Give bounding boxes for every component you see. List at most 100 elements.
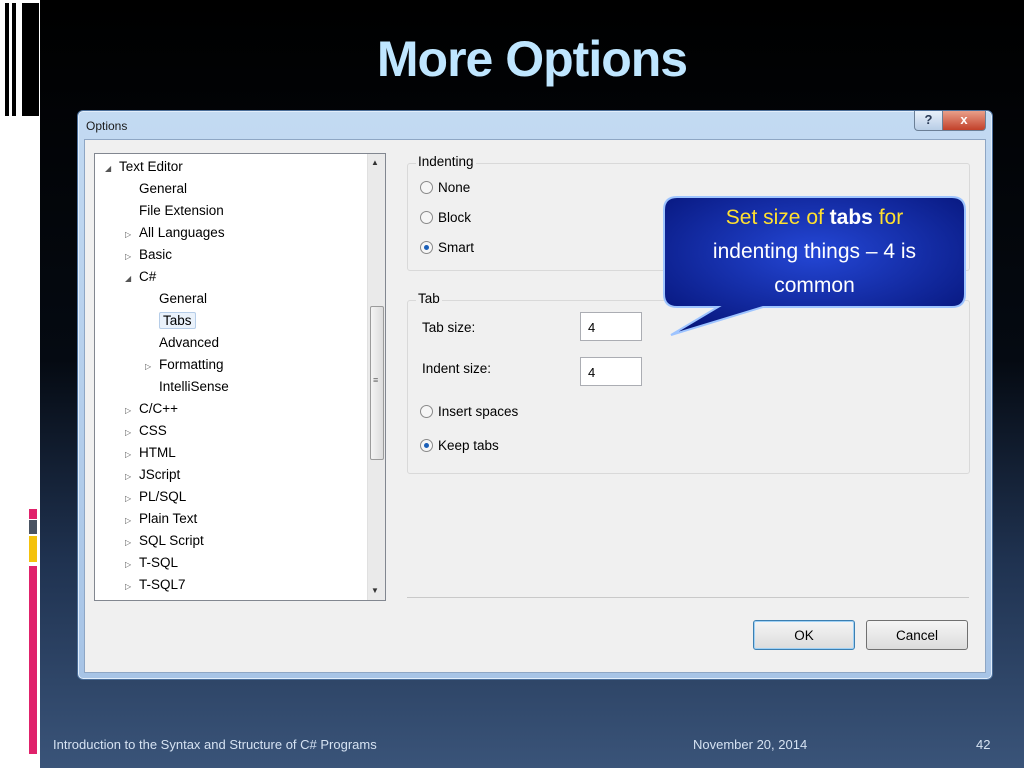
- callout-prefix: Set size of: [725, 206, 830, 229]
- tree-item-label: Tabs: [159, 312, 196, 329]
- tree-item[interactable]: ▷ HTML: [125, 443, 176, 463]
- tree-item[interactable]: ▷ Plain Text: [125, 509, 197, 529]
- radio-label: Insert spaces: [438, 404, 519, 419]
- tree-item-label: Formatting: [159, 357, 224, 372]
- tree-item[interactable]: General: [125, 179, 187, 199]
- tree-item[interactable]: ▷ SQL Script: [125, 531, 204, 551]
- radio-label: Smart: [438, 240, 475, 255]
- radio-selected-icon: [420, 439, 433, 452]
- tree-item-label: General: [139, 181, 188, 196]
- tree-item-label: Text Editor: [119, 159, 183, 174]
- slide-title: More Options: [376, 31, 688, 87]
- collapsed-triangle-icon[interactable]: ▷: [125, 533, 139, 553]
- footer-left: Introduction to the Syntax and Structure…: [53, 737, 377, 752]
- indenting-title: Indenting: [416, 154, 476, 169]
- tree-item[interactable]: IntelliSense: [145, 377, 229, 397]
- tree-item-label: C/C++: [139, 401, 179, 416]
- collapsed-triangle-icon[interactable]: ▷: [125, 247, 139, 267]
- tab-size-label: Tab size:: [422, 320, 476, 335]
- tree-item[interactable]: Advanced: [145, 333, 219, 353]
- dialog-title: Options: [86, 119, 128, 133]
- tree-item[interactable]: ▷ T-SQL: [125, 553, 178, 573]
- scroll-up-icon[interactable]: ▲: [371, 158, 379, 167]
- radio-icon: [420, 211, 433, 224]
- help-button[interactable]: ?: [914, 111, 943, 131]
- tree-item-label: T-SQL: [139, 555, 179, 570]
- radio-selected-icon: [420, 241, 433, 254]
- collapsed-triangle-icon[interactable]: ▷: [125, 467, 139, 487]
- tree-item[interactable]: File Extension: [125, 201, 224, 221]
- ok-button[interactable]: OK: [753, 620, 855, 650]
- tree-item-label: JScript: [139, 467, 181, 482]
- tree-item[interactable]: ▷ All Languages: [125, 223, 225, 243]
- collapsed-triangle-icon[interactable]: ▷: [125, 555, 139, 575]
- grip-icon: ≡: [373, 375, 379, 385]
- tree-item-label: General: [159, 291, 208, 306]
- radio-insert-spaces[interactable]: Insert spaces: [420, 403, 518, 421]
- radio-icon: [420, 181, 433, 194]
- collapsed-triangle-icon[interactable]: ▷: [125, 511, 139, 531]
- tree-item-label: Basic: [139, 247, 173, 262]
- slide-left-strip: [0, 0, 40, 768]
- accent-pink-long: [29, 566, 37, 754]
- tree-item-label: Plain Text: [139, 511, 198, 526]
- tree-item[interactable]: ▷ T-SQL7: [125, 575, 186, 595]
- radio-block[interactable]: Block: [420, 209, 471, 227]
- callout-text: Set size of tabs for indenting things – …: [663, 196, 966, 308]
- tree-item-label: Advanced: [159, 335, 220, 350]
- tree-item[interactable]: ▷ C/C++: [125, 399, 178, 419]
- radio-label: None: [438, 180, 471, 195]
- indent-size-input[interactable]: 4: [580, 357, 642, 386]
- tree-item-label: HTML: [139, 445, 176, 460]
- callout-line-3: common: [774, 274, 855, 297]
- callout-suffix: for: [872, 206, 904, 229]
- tree-item[interactable]: ▷ CSS: [125, 421, 167, 441]
- radio-label: Block: [438, 210, 472, 225]
- radio-none[interactable]: None: [420, 179, 470, 197]
- tree-item-label: PL/SQL: [139, 489, 187, 504]
- collapsed-triangle-icon[interactable]: ▷: [145, 357, 159, 377]
- tree-item[interactable]: General: [145, 289, 207, 309]
- tree-item[interactable]: ▷ JScript: [125, 465, 180, 485]
- tree-item[interactable]: ◢ Text Editor: [105, 157, 183, 177]
- callout-bold: tabs: [829, 206, 873, 229]
- decor-bar: [12, 3, 16, 116]
- collapsed-triangle-icon[interactable]: ▷: [125, 489, 139, 509]
- collapsed-triangle-icon[interactable]: ▷: [125, 401, 139, 421]
- tree-scrollbar[interactable]: ▲ ≡ ▼: [367, 154, 385, 600]
- accent-pink-small: [29, 509, 37, 519]
- options-tree[interactable]: ◢ Text Editor General File Extension ▷ All La…: [94, 153, 386, 601]
- radio-keep-tabs[interactable]: Keep tabs: [420, 437, 499, 455]
- close-button[interactable]: x: [942, 111, 986, 131]
- indent-size-label: Indent size:: [422, 361, 492, 376]
- collapsed-triangle-icon[interactable]: ▷: [125, 577, 139, 597]
- collapsed-triangle-icon[interactable]: ▷: [125, 445, 139, 465]
- callout-line-2: indenting things – 4 is: [712, 240, 917, 263]
- collapsed-triangle-icon[interactable]: ▷: [125, 225, 139, 245]
- scroll-down-icon[interactable]: ▼: [371, 586, 379, 595]
- tree-item[interactable]: ▷ PL/SQL: [125, 487, 186, 507]
- dialog-separator: [407, 597, 969, 598]
- tree-item[interactable]: ▷ Basic: [125, 245, 172, 265]
- radio-icon: [420, 405, 433, 418]
- callout-annotation: Set size of tabs for indenting things – …: [663, 196, 966, 336]
- tab-title: Tab: [416, 291, 442, 306]
- scroll-thumb[interactable]: ≡: [370, 306, 384, 460]
- radio-smart[interactable]: Smart: [420, 239, 474, 257]
- footer-page: 42: [976, 737, 991, 752]
- tab-size-input[interactable]: 4: [580, 312, 642, 341]
- expanded-triangle-icon[interactable]: ◢: [105, 159, 119, 179]
- accent-gray: [29, 520, 37, 534]
- tree-item[interactable]: ◢ C#: [125, 267, 156, 287]
- tree-item-label: File Extension: [139, 203, 224, 218]
- tree-item[interactable]: ▷ Formatting: [145, 355, 224, 375]
- tree-item-label: CSS: [139, 423, 167, 438]
- tree-item-label: All Languages: [139, 225, 225, 240]
- tree-item[interactable]: Tabs: [145, 311, 196, 331]
- cancel-button[interactable]: Cancel: [866, 620, 968, 650]
- expanded-triangle-icon[interactable]: ◢: [125, 269, 139, 289]
- collapsed-triangle-icon[interactable]: ▷: [125, 423, 139, 443]
- decor-bar-block: [22, 3, 39, 116]
- tree-item-label: IntelliSense: [159, 379, 229, 394]
- tree-item-label: C#: [139, 269, 157, 284]
